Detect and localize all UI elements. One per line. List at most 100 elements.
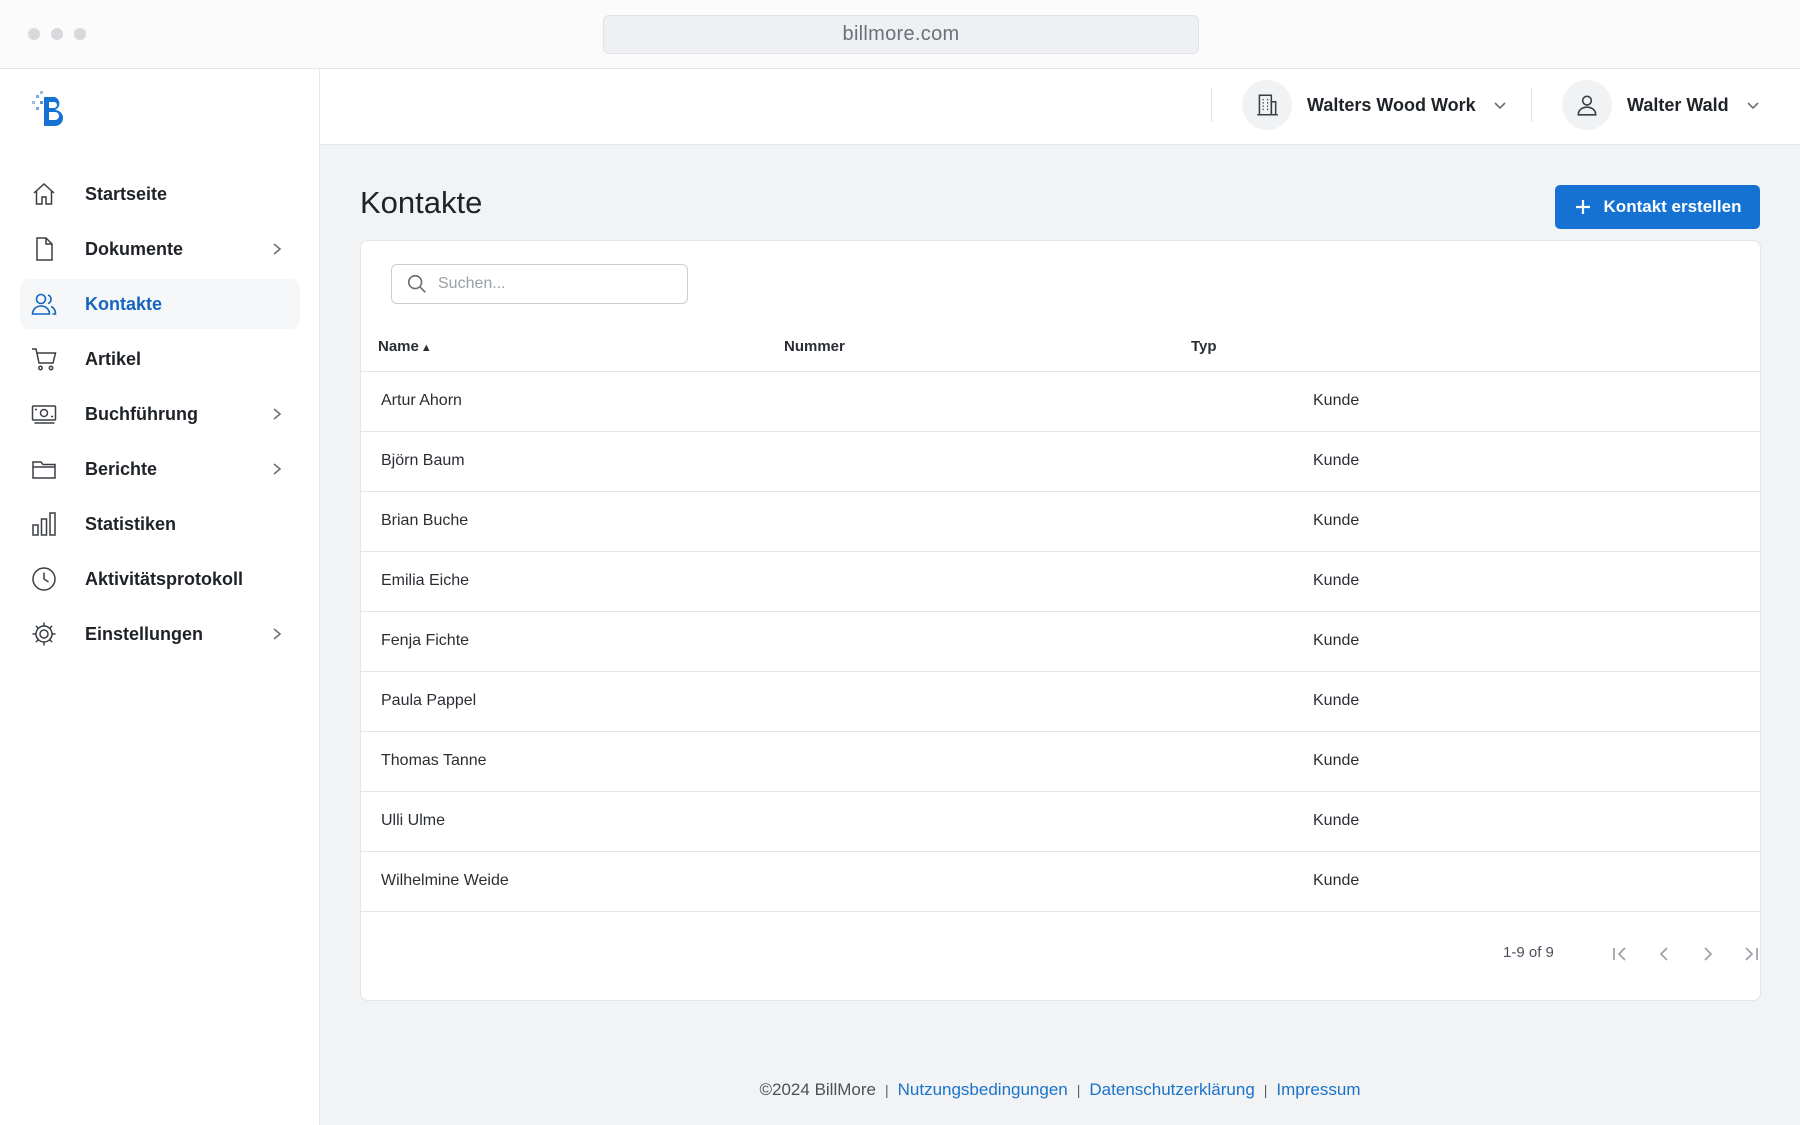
- search-input[interactable]: [438, 275, 678, 293]
- plus-icon: [1575, 200, 1590, 214]
- sidebar-item-label: Kontakte: [85, 293, 163, 314]
- create-contact-label: Kontakt erstellen: [1603, 197, 1742, 216]
- cell-type: Kunde: [1313, 632, 1360, 649]
- building-icon: [1242, 80, 1292, 130]
- table-row[interactable]: Thomas Tanne Kunde: [361, 732, 1760, 792]
- user-name: Walter Wald: [1627, 94, 1729, 115]
- window-controls: [28, 28, 86, 40]
- window-maximize-dot[interactable]: [74, 28, 86, 40]
- terms-link[interactable]: Nutzungsbedingungen: [898, 1080, 1068, 1099]
- folder-icon: [30, 455, 58, 483]
- sidebar-item-buchführung[interactable]: Buchführung: [20, 389, 300, 439]
- chevron-right-icon: [270, 461, 284, 477]
- column-header-number[interactable]: Nummer: [784, 338, 845, 355]
- cell-type: Kunde: [1313, 752, 1360, 769]
- cell-name: Paula Pappel: [381, 692, 477, 709]
- table-row[interactable]: Artur Ahorn Kunde: [361, 372, 1760, 432]
- cell-name: Björn Baum: [381, 452, 465, 469]
- pagination: 1-9 of 9: [361, 936, 1760, 972]
- company-switcher[interactable]: Walters Wood Work: [1242, 79, 1508, 131]
- cell-type: Kunde: [1313, 872, 1360, 889]
- cell-type: Kunde: [1313, 572, 1360, 589]
- cell-name: Fenja Fichte: [381, 632, 470, 649]
- sidebar-item-label: Aktivitätsprotokoll: [85, 568, 244, 589]
- column-header-name[interactable]: Name ▲: [378, 338, 432, 355]
- sidebar-item-artikel[interactable]: Artikel: [20, 334, 300, 384]
- last-page-icon[interactable]: [1739, 942, 1763, 966]
- copyright-text: ©2024 BillMore: [759, 1080, 876, 1099]
- cell-name: Emilia Eiche: [381, 572, 470, 589]
- table-row[interactable]: Fenja Fichte Kunde: [361, 612, 1760, 672]
- search-box[interactable]: [391, 264, 688, 304]
- sidebar-item-kontakte[interactable]: Kontakte: [20, 279, 300, 329]
- footer-separator: |: [884, 1082, 889, 1098]
- table-row[interactable]: Ulli Ulme Kunde: [361, 792, 1760, 852]
- cell-type: Kunde: [1313, 452, 1360, 469]
- user-menu[interactable]: Walter Wald: [1562, 79, 1761, 131]
- cell-name: Artur Ahorn: [381, 392, 462, 409]
- main-content: Kontakte Kontakt erstellen Name▲ Nummer …: [320, 145, 1800, 1125]
- sidebar-item-statistiken[interactable]: Statistiken: [20, 499, 300, 549]
- billmore-logo[interactable]: [30, 87, 70, 127]
- next-page-icon[interactable]: [1696, 942, 1720, 966]
- window-minimize-dot[interactable]: [51, 28, 63, 40]
- company-name: Walters Wood Work: [1307, 94, 1476, 115]
- cell-name: Brian Buche: [381, 512, 469, 529]
- cell-type: Kunde: [1313, 812, 1360, 829]
- chevron-down-icon: [1747, 102, 1759, 110]
- privacy-link[interactable]: Datenschutzerklärung: [1089, 1080, 1254, 1099]
- sidebar-item-berichte[interactable]: Berichte: [20, 444, 300, 494]
- user-avatar-icon: [1562, 80, 1612, 130]
- chevron-down-icon: [1494, 102, 1506, 110]
- footer: ©2024 BillMore | Nutzungsbedingungen | Daten…: [320, 1080, 1800, 1100]
- header-divider: [1211, 88, 1212, 122]
- column-header-type[interactable]: Typ: [1191, 338, 1217, 355]
- sidebar-item-label: Einstellungen: [85, 623, 204, 644]
- document-icon: [30, 235, 58, 263]
- header-divider: [1531, 88, 1532, 122]
- table-body: Artur Ahorn Kunde Björn Baum Kunde Brian Buc…: [361, 372, 1760, 912]
- sidebar-item-label: Berichte: [85, 458, 158, 479]
- column-header-label: Name: [378, 338, 419, 355]
- sidebar-item-aktivitätsprotokoll[interactable]: Aktivitätsprotokoll: [20, 554, 300, 604]
- pagination-info: 1-9 of 9: [1503, 944, 1554, 961]
- chevron-right-icon: [270, 626, 284, 642]
- previous-page-icon[interactable]: [1652, 942, 1676, 966]
- top-header: Walters Wood Work Walter Wald: [320, 69, 1800, 145]
- footer-separator: |: [1263, 1082, 1268, 1098]
- sidebar-item-dokumente[interactable]: Dokumente: [20, 224, 300, 274]
- table-row[interactable]: Wilhelmine Weide Kunde: [361, 852, 1760, 912]
- table-header: Name ▲ Nummer Typ: [361, 321, 1760, 372]
- address-bar[interactable]: billmore.com: [603, 15, 1199, 54]
- sidebar-item-label: Statistiken: [85, 513, 177, 534]
- sidebar-item-label: Artikel: [85, 348, 142, 369]
- bar-chart-icon: [30, 510, 58, 538]
- table-row[interactable]: Paula Pappel Kunde: [361, 672, 1760, 732]
- contacts-card: Name▲ Nummer Typ Artur AhornKundeBjörn B…: [360, 240, 1761, 1001]
- first-page-icon[interactable]: [1608, 942, 1632, 966]
- gear-icon: [30, 620, 58, 648]
- footer-separator: |: [1076, 1082, 1081, 1098]
- browser-chrome: billmore.com: [0, 0, 1800, 69]
- sidebar: Startseite Dokumente Kontakte Artikel Buchfü…: [0, 69, 320, 1125]
- table-row[interactable]: Emilia Eiche Kunde: [361, 552, 1760, 612]
- create-contact-button[interactable]: Kontakt erstellen: [1555, 185, 1760, 229]
- sidebar-item-einstellungen[interactable]: Einstellungen: [20, 609, 300, 659]
- imprint-link[interactable]: Impressum: [1276, 1080, 1360, 1099]
- cell-name: Thomas Tanne: [381, 752, 487, 769]
- table-row[interactable]: Brian Buche Kunde: [361, 492, 1760, 552]
- sort-ascending-icon: ▲: [420, 342, 432, 354]
- window-close-dot[interactable]: [28, 28, 40, 40]
- cart-icon: [30, 345, 58, 373]
- sidebar-item-startseite[interactable]: Startseite: [20, 169, 300, 219]
- table-row[interactable]: Björn Baum Kunde: [361, 432, 1760, 492]
- clock-icon: [30, 565, 58, 593]
- page-title: Kontakte: [360, 185, 483, 220]
- cell-type: Kunde: [1313, 692, 1360, 709]
- home-icon: [30, 180, 58, 208]
- cell-type: Kunde: [1313, 512, 1360, 529]
- cell-name: Wilhelmine Weide: [381, 872, 509, 889]
- sidebar-nav: Startseite Dokumente Kontakte Artikel Buchfü…: [20, 169, 300, 664]
- sidebar-item-label: Dokumente: [85, 238, 184, 259]
- chevron-right-icon: [270, 406, 284, 422]
